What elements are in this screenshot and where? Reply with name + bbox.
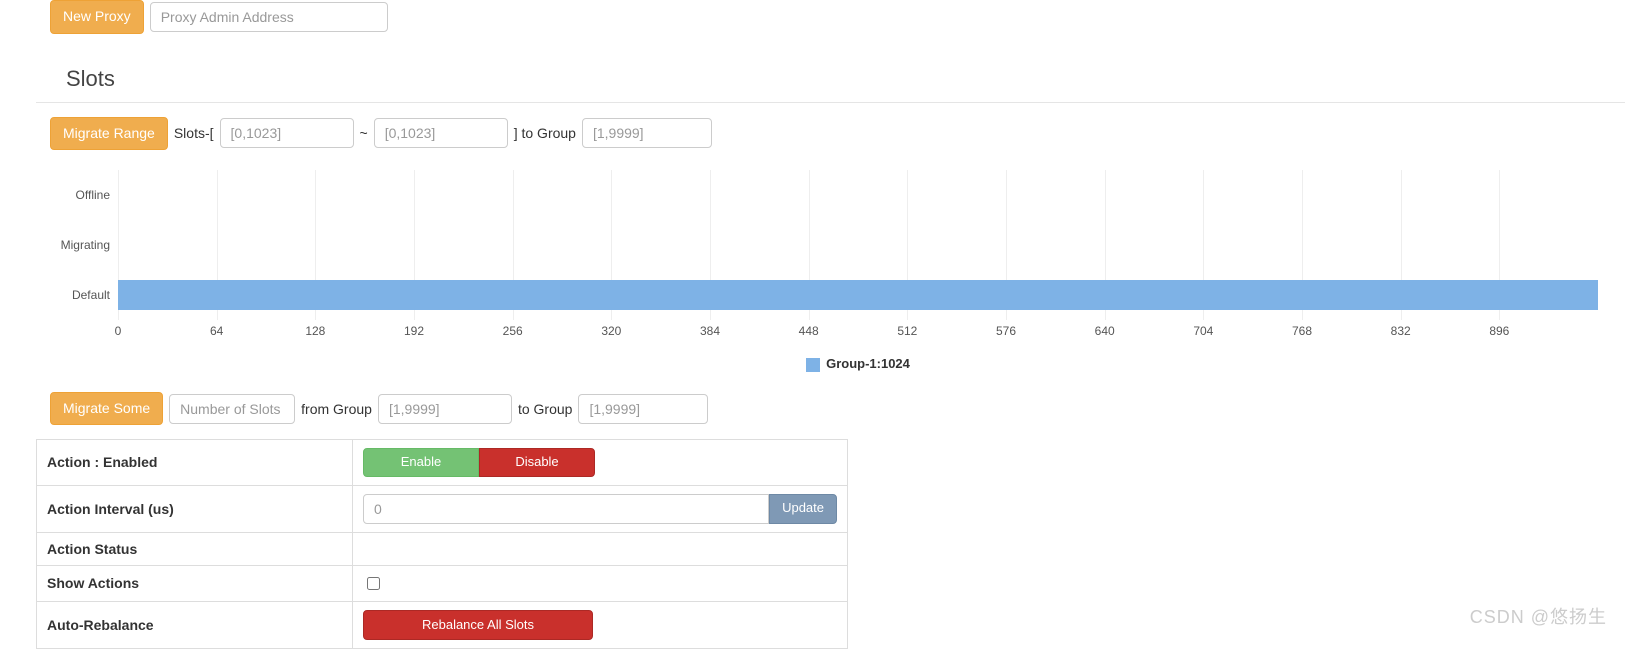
from-group-input[interactable] — [378, 394, 512, 424]
chart-legend: Group-1:1024 — [118, 356, 1598, 372]
proxy-address-input[interactable] — [150, 2, 388, 32]
new-proxy-button[interactable]: New Proxy — [50, 0, 144, 34]
slots-range-prefix: Slots-[ — [168, 125, 220, 141]
enable-button[interactable]: Enable — [363, 448, 479, 476]
interval-input-group: Update — [363, 494, 837, 524]
watermark: CSDN @悠扬生 — [1470, 603, 1607, 629]
slots-range-suffix: ] to Group — [508, 125, 582, 141]
y-label: Migrating — [61, 238, 110, 252]
x-tick: 832 — [1391, 324, 1411, 338]
disable-button[interactable]: Disable — [479, 448, 595, 476]
legend-swatch — [806, 358, 820, 372]
show-actions-label: Show Actions — [37, 565, 353, 601]
slot-range-from-input[interactable] — [220, 118, 354, 148]
y-label: Offline — [76, 188, 110, 202]
x-tick: 576 — [996, 324, 1016, 338]
slots-chart: Offline Migrating Default 0 64 128 192 256 320 3… — [50, 170, 1625, 372]
x-tick: 448 — [799, 324, 819, 338]
x-tick: 192 — [404, 324, 424, 338]
migrate-range-row: Migrate Range Slots-[ ~ ] to Group — [50, 117, 1625, 151]
rebalance-button[interactable]: Rebalance All Slots — [363, 610, 593, 640]
action-status-label: Action Status — [37, 532, 353, 565]
proxy-row: New Proxy — [50, 0, 1625, 34]
chart-bar — [118, 280, 1598, 310]
x-tick: 512 — [897, 324, 917, 338]
x-tick: 768 — [1292, 324, 1312, 338]
enable-disable-group: Enable Disable — [363, 448, 837, 476]
x-tick: 0 — [115, 324, 122, 338]
migrate-range-button[interactable]: Migrate Range — [50, 117, 168, 151]
x-tick: 896 — [1489, 324, 1509, 338]
section-divider — [36, 102, 1625, 103]
auto-rebalance-label: Auto-Rebalance — [37, 601, 353, 648]
x-tick: 128 — [305, 324, 325, 338]
x-tick: 640 — [1095, 324, 1115, 338]
legend-label: Group-1:1024 — [826, 356, 910, 371]
y-label: Default — [72, 288, 110, 302]
slot-range-group-input[interactable] — [582, 118, 712, 148]
x-tick: 704 — [1193, 324, 1213, 338]
action-enabled-label: Action : Enabled — [37, 440, 353, 485]
update-button[interactable]: Update — [769, 494, 837, 524]
migrate-some-button[interactable]: Migrate Some — [50, 392, 163, 426]
interval-input[interactable] — [363, 494, 769, 524]
x-tick: 320 — [601, 324, 621, 338]
migrate-some-row: Migrate Some from Group to Group — [50, 392, 1625, 426]
slots-heading: Slots — [66, 66, 1625, 92]
x-tick: 64 — [210, 324, 223, 338]
action-status-value — [353, 532, 848, 565]
to-group-label: to Group — [512, 401, 578, 417]
slot-range-to-input[interactable] — [374, 118, 508, 148]
from-group-label: from Group — [295, 401, 378, 417]
action-table: Action : Enabled Enable Disable Action I… — [36, 439, 848, 648]
x-tick: 256 — [503, 324, 523, 338]
num-slots-input[interactable] — [169, 394, 295, 424]
action-interval-label: Action Interval (us) — [37, 485, 353, 532]
to-group-input[interactable] — [578, 394, 708, 424]
slots-range-sep: ~ — [354, 125, 374, 141]
x-tick: 384 — [700, 324, 720, 338]
show-actions-checkbox[interactable] — [367, 577, 380, 590]
